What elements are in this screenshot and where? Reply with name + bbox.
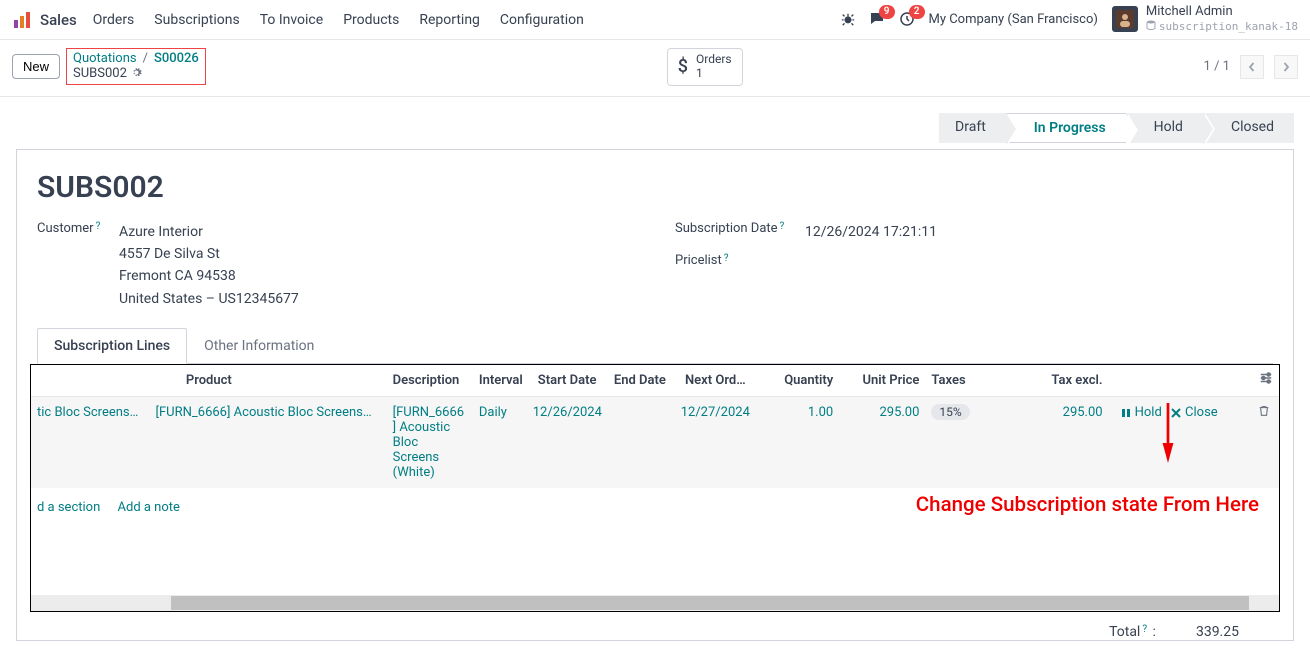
nav-links: Orders Subscriptions To Invoice Products… [93, 12, 584, 28]
status-in-progress[interactable]: In Progress [1006, 113, 1126, 143]
th-interval[interactable]: Interval [473, 365, 527, 397]
totals-row: Total? : 339.25 [37, 612, 1273, 640]
table-row[interactable]: tic Bloc Screens… [FURN_6666] Acoustic B… [31, 397, 1279, 489]
pager-next-button[interactable] [1274, 55, 1298, 79]
trash-icon[interactable] [1258, 406, 1270, 421]
top-nav: Sales Orders Subscriptions To Invoice Pr… [0, 0, 1310, 40]
th-start[interactable]: Start Date [527, 365, 608, 397]
horizontal-scrollbar[interactable] [31, 595, 1279, 611]
avatar-icon [1112, 6, 1138, 32]
close-button[interactable]: Close [1171, 405, 1218, 420]
cell-taxexcl[interactable]: 295.00 [979, 397, 1108, 489]
breadcrumb-highlight: Quotations / S00026 SUBS002 [66, 48, 206, 85]
user-db: subscription_kanak-18 [1146, 20, 1298, 34]
th-unit[interactable]: Unit Price [839, 365, 925, 397]
lines-table-wrap: Product Description Interval Start Date … [30, 364, 1280, 612]
th-taxexcl[interactable]: Tax excl. [979, 365, 1108, 397]
clock-badge: 2 [909, 5, 925, 19]
th-taxes[interactable]: Taxes [925, 365, 979, 397]
breadcrumb-sep: / [143, 51, 148, 66]
company-switcher[interactable]: My Company (San Francisco) [929, 12, 1098, 27]
th-product[interactable]: Product [31, 365, 387, 397]
breadcrumb: Quotations / S00026 [73, 51, 199, 66]
user-menu[interactable]: Mitchell Admin subscription_kanak-18 [1112, 5, 1298, 34]
breadcrumb-current: SUBS002 [73, 66, 199, 81]
status-closed[interactable]: Closed [1203, 113, 1294, 143]
status-draft[interactable]: Draft [939, 113, 1006, 143]
clock-icon[interactable]: 2 [899, 11, 915, 27]
tab-subscription-lines[interactable]: Subscription Lines [37, 328, 187, 364]
subdate-value[interactable]: 12/26/2024 17:21:11 [805, 221, 937, 243]
th-next[interactable]: Next Ord… [672, 365, 758, 397]
add-section-link[interactable]: d a section [37, 500, 100, 515]
table-header-row: Product Description Interval Start Date … [31, 365, 1279, 397]
stat-value: 1 [696, 67, 732, 81]
help-icon[interactable]: ? [780, 221, 785, 232]
cell-unit[interactable]: 295.00 [839, 397, 925, 489]
dollar-icon: $ [678, 56, 688, 77]
th-qty[interactable]: Quantity [758, 365, 839, 397]
cell-end[interactable] [608, 397, 673, 489]
pricelist-label: Pricelist? [675, 253, 805, 268]
cell-taxes[interactable]: 15% [925, 397, 979, 489]
user-name: Mitchell Admin [1146, 5, 1298, 20]
columns-settings-icon[interactable] [1259, 371, 1273, 389]
add-note-link[interactable]: Add a note [118, 500, 180, 515]
pager-prev-button[interactable] [1240, 55, 1264, 79]
breadcrumb-root[interactable]: Quotations [73, 51, 137, 66]
cell-description[interactable]: [FURN_6666] Acoustic Bloc Screens (White… [387, 397, 473, 489]
cell-next[interactable]: 12/27/2024 [672, 397, 758, 489]
chat-icon[interactable]: 9 [869, 11, 885, 27]
nav-link-toinvoice[interactable]: To Invoice [260, 12, 324, 28]
cell-start[interactable]: 12/26/2024 [527, 397, 608, 489]
gear-icon[interactable] [131, 67, 142, 81]
database-icon [1146, 20, 1156, 34]
nav-link-orders[interactable]: Orders [93, 12, 135, 28]
bug-icon[interactable] [841, 12, 855, 26]
cell-product[interactable]: [FURN_6666] Acoustic Bloc Screens… [150, 397, 387, 489]
customer-label: Customer? [37, 221, 119, 311]
control-bar: New Quotations / S00026 SUBS002 $ Orders… [0, 40, 1310, 97]
tabs: Subscription Lines Other Information [37, 328, 1273, 364]
cell-interval[interactable]: Daily [473, 397, 527, 489]
app-logo-icon[interactable] [12, 10, 32, 30]
help-icon[interactable]: ? [724, 253, 729, 264]
total-label: Total? : [1109, 624, 1156, 640]
nav-link-reporting[interactable]: Reporting [419, 12, 480, 28]
help-icon[interactable]: ? [96, 221, 101, 232]
status-bar: Draft In Progress Hold Closed [16, 113, 1294, 143]
hold-button[interactable]: Hold [1121, 405, 1162, 420]
scrollbar-thumb[interactable] [171, 596, 1249, 610]
th-description[interactable]: Description [387, 365, 473, 397]
nav-link-products[interactable]: Products [343, 12, 399, 28]
pager-text: 1 / 1 [1204, 59, 1230, 74]
cell-qty[interactable]: 1.00 [758, 397, 839, 489]
chat-badge: 9 [879, 5, 895, 19]
total-value: 339.25 [1196, 624, 1239, 640]
help-icon[interactable]: ? [1142, 624, 1147, 635]
tab-other-information[interactable]: Other Information [187, 328, 331, 364]
page-title: SUBS002 [37, 170, 1273, 205]
stat-label: Orders [696, 53, 732, 67]
nav-link-subscriptions[interactable]: Subscriptions [154, 12, 239, 28]
app-brand[interactable]: Sales [40, 11, 77, 29]
lines-table: Product Description Interval Start Date … [31, 365, 1279, 595]
customer-value[interactable]: Azure Interior 4557 De Silva St Fremont … [119, 221, 299, 311]
th-end[interactable]: End Date [608, 365, 673, 397]
new-button[interactable]: New [12, 54, 60, 79]
form-card: SUBS002 Customer? Azure Interior 4557 De… [16, 149, 1294, 642]
breadcrumb-parent[interactable]: S00026 [154, 51, 199, 66]
table-actions-row: d a section Add a note [31, 488, 1279, 595]
stat-orders-button[interactable]: $ Orders 1 [667, 48, 743, 86]
nav-link-configuration[interactable]: Configuration [500, 12, 584, 28]
cell-product-overflow[interactable]: tic Bloc Screens… [31, 397, 150, 489]
subdate-label: Subscription Date? [675, 221, 805, 243]
